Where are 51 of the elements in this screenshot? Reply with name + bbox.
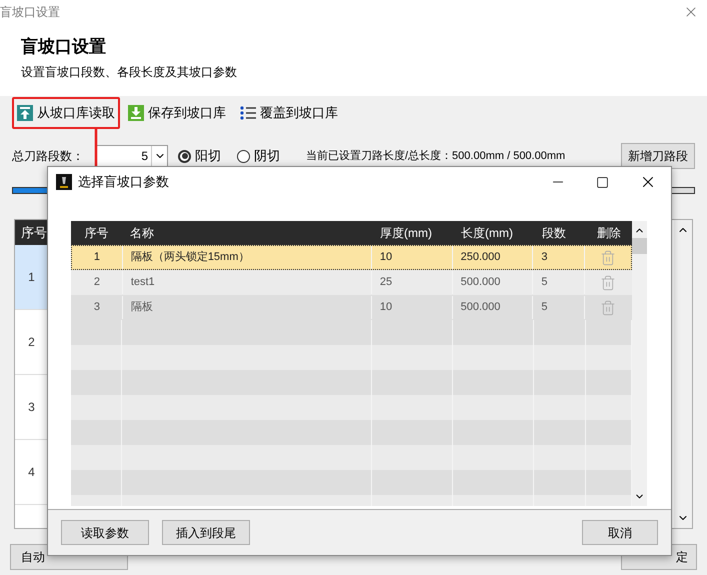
- dialog-button[interactable]: 插入到段尾: [162, 520, 250, 545]
- download-icon: [128, 105, 144, 121]
- table-cell: test1: [122, 271, 372, 294]
- table-cell: 500.000: [452, 296, 534, 319]
- length-info: 当前已设置刀路长度/总长度：500.00mm / 500.00mm: [306, 148, 566, 164]
- scrollbar[interactable]: [632, 221, 647, 506]
- radio-label[interactable]: 阴切: [254, 146, 280, 166]
- column-header: 删除: [596, 225, 622, 242]
- upload-icon: [17, 105, 33, 121]
- column-header: 长度(mm): [460, 225, 514, 242]
- table-cell: 3: [72, 296, 123, 319]
- page-heading: 盲坡口设置: [21, 36, 107, 58]
- toolbar-button[interactable]: 覆盖到坡口库: [234, 97, 344, 129]
- maximize-icon[interactable]: [596, 176, 609, 188]
- table-row[interactable]: 1 隔板（两头锁定15mm） 10 250.000 3: [71, 245, 632, 270]
- add-segment-button[interactable]: 新增刀路段: [621, 143, 695, 169]
- list-icon: [240, 106, 256, 120]
- table-cell: 2: [72, 271, 123, 294]
- column-header: 序号: [15, 220, 48, 245]
- table-cell: 250.000: [452, 246, 534, 269]
- table-row[interactable]: 3 隔板 10 500.000 5: [71, 295, 632, 320]
- radio-button[interactable]: [237, 150, 250, 162]
- scrollbar[interactable]: [674, 220, 692, 528]
- toolbar-button[interactable]: 从坡口库读取: [12, 97, 120, 129]
- column-header: 序号: [84, 225, 110, 242]
- radio-button[interactable]: [178, 150, 191, 162]
- table-cell: 隔板（两头锁定15mm）: [122, 246, 372, 269]
- cancel-button[interactable]: 取消: [582, 520, 658, 545]
- table-cell: 1: [72, 246, 123, 269]
- table-cell[interactable]: 1: [15, 245, 48, 310]
- segments-label: 总刀路段数：: [12, 148, 84, 165]
- table-cell: 5: [533, 296, 586, 319]
- table-cell: 10: [372, 296, 453, 319]
- page-subtitle: 设置盲坡口段数、各段长度及其坡口参数: [21, 64, 238, 80]
- table-cell: 3: [533, 246, 586, 269]
- table-cell: 500.000: [452, 271, 534, 294]
- column-header: 名称: [129, 225, 155, 242]
- radio-label[interactable]: 阳切: [195, 146, 221, 166]
- table-cell: 10: [372, 246, 453, 269]
- table-cell: 隔板: [122, 296, 372, 319]
- window-title: 盲坡口设置: [0, 4, 60, 21]
- scroll-thumb[interactable]: [632, 238, 647, 254]
- app-icon: [56, 174, 72, 190]
- segments-spinbox[interactable]: 5: [96, 145, 168, 167]
- column-header: 段数: [541, 225, 567, 242]
- toolbar-button[interactable]: 保存到坡口库: [122, 97, 232, 129]
- column-header: 厚度(mm): [379, 225, 433, 242]
- table-cell: 25: [372, 271, 453, 294]
- dialog-button[interactable]: 读取参数: [61, 520, 149, 545]
- dialog-title: 选择盲坡口参数: [78, 173, 169, 192]
- table-cell: 5: [533, 271, 586, 294]
